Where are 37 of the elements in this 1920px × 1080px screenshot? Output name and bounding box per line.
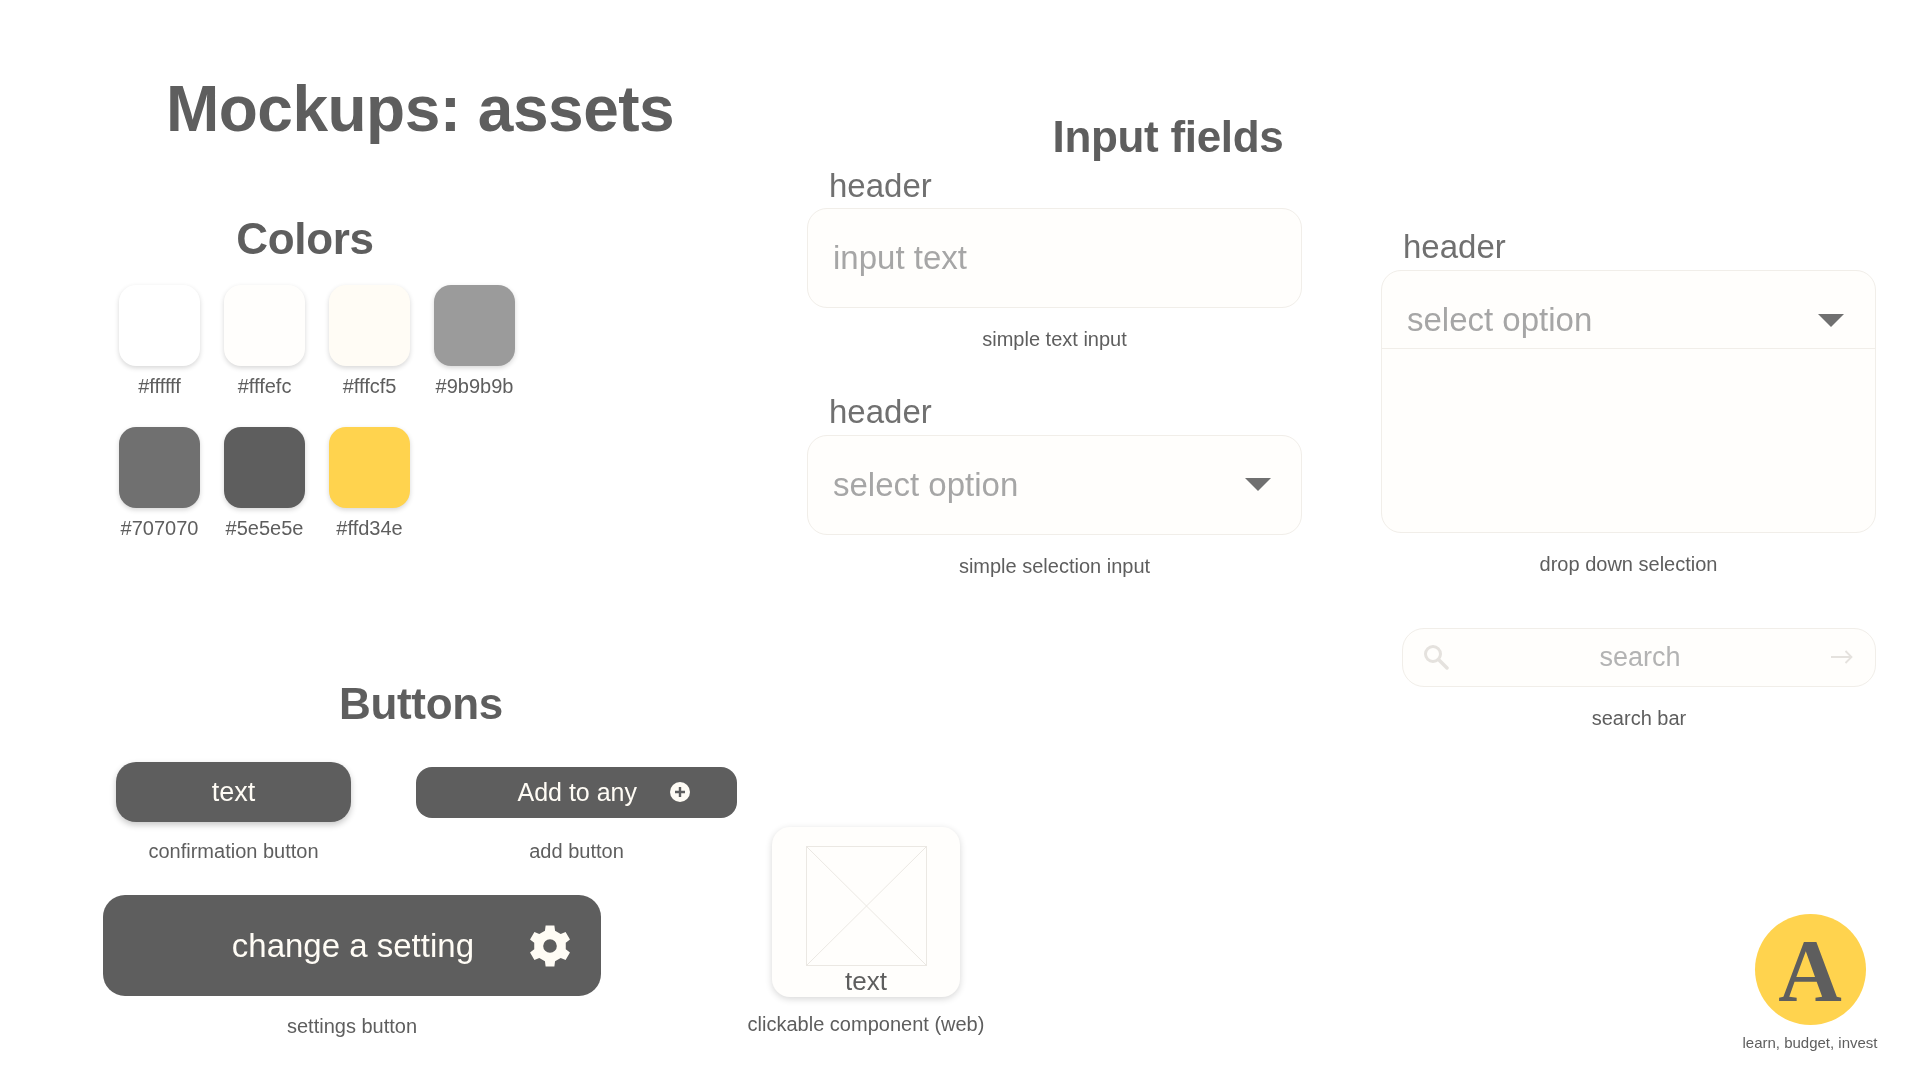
color-code: #fffefc xyxy=(237,373,292,398)
page-title: Mockups: assets xyxy=(165,72,675,147)
caption: settings button xyxy=(286,1014,418,1039)
search-bar[interactable]: search xyxy=(1402,627,1876,687)
settings-button[interactable]: change a setting xyxy=(103,895,601,997)
caption: simple selection input xyxy=(958,554,1151,578)
field-label: header xyxy=(829,392,932,432)
caption: simple text input xyxy=(982,327,1127,352)
plus-icon xyxy=(670,782,690,803)
section-heading: Colors xyxy=(236,212,374,265)
add-button[interactable]: Add to any xyxy=(416,766,737,818)
caret-icon xyxy=(1245,478,1271,492)
field-label: header xyxy=(829,165,932,206)
color-code: #9b9b9b xyxy=(435,373,514,398)
caption: add button xyxy=(529,839,624,864)
arrow-icon xyxy=(1831,650,1853,665)
confirm-button[interactable]: text xyxy=(116,762,351,823)
color-code: #ffd34e xyxy=(336,515,403,540)
caret-icon xyxy=(1818,313,1844,327)
gear-icon xyxy=(529,924,571,967)
caption: confirmation button xyxy=(148,839,319,864)
logo-tagline: learn, budget, invest xyxy=(1742,1033,1878,1052)
logo: A xyxy=(1754,913,1866,1025)
color-code: #ffffff xyxy=(138,373,181,398)
color-code: #fffcf5 xyxy=(342,373,397,398)
field-label: header xyxy=(1403,227,1506,267)
section-heading: Buttons xyxy=(338,677,504,730)
caption: search bar xyxy=(1591,705,1687,730)
caption: drop down selection xyxy=(1539,551,1718,576)
search-input[interactable]: search xyxy=(1449,637,1831,678)
clickable-card[interactable]: text xyxy=(772,827,960,997)
section-heading: Input fields xyxy=(1052,111,1284,163)
text-input[interactable]: input text xyxy=(807,208,1302,309)
search-icon xyxy=(1423,644,1449,671)
caption: clickable component (web) xyxy=(747,1012,985,1036)
color-code: #5e5e5e xyxy=(225,515,304,540)
color-code: #707070 xyxy=(120,515,199,540)
